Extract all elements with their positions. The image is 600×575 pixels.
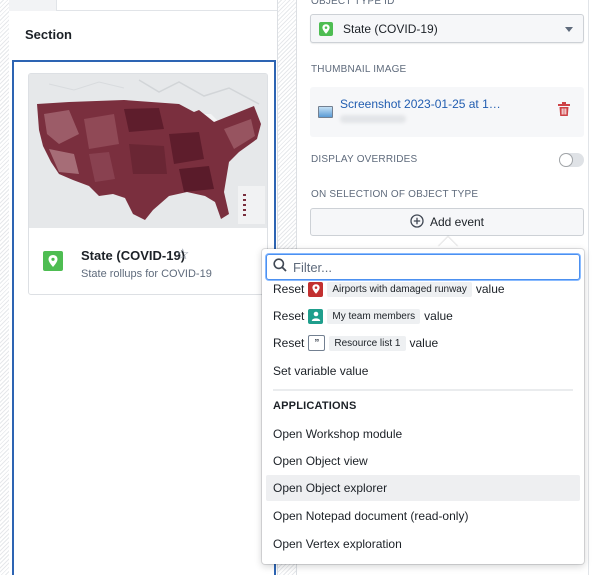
object-card[interactable]: State (COVID-19) ☆ State rollups for COV… xyxy=(28,73,268,295)
caret-down-icon xyxy=(565,27,573,32)
right-edge-panel xyxy=(588,0,600,575)
reset-label: Reset xyxy=(273,282,305,296)
map-marker-icon xyxy=(319,22,333,36)
menu-item-open-notepad[interactable]: Open Notepad document (read-only) xyxy=(266,503,580,529)
star-outline-icon[interactable]: ☆ xyxy=(176,245,189,263)
menu-divider xyxy=(273,389,573,391)
add-event-label: Add event xyxy=(429,215,485,229)
menu-item-open-object-explorer[interactable]: Open Object explorer xyxy=(266,475,580,501)
menu-item-open-object-view[interactable]: Open Object view xyxy=(266,448,580,474)
applications-heading: APPLICATIONS xyxy=(273,400,357,412)
map-thumbnail xyxy=(29,74,267,228)
quote-icon: ” xyxy=(308,335,326,351)
value-label: value xyxy=(424,309,453,323)
add-circle-icon xyxy=(410,213,424,231)
value-label: value xyxy=(409,336,439,350)
trash-icon[interactable] xyxy=(558,102,570,121)
object-type-value: State (COVID-19) xyxy=(343,22,438,36)
on-selection-label: ON SELECTION OF OBJECT TYPE xyxy=(311,189,479,200)
map-marker-icon xyxy=(43,251,63,271)
reset-label: Reset xyxy=(273,336,305,350)
card-subtitle: State rollups for COVID-19 xyxy=(81,268,212,280)
variable-chip: My team members xyxy=(327,308,421,324)
thumbnail-label: THUMBNAIL IMAGE xyxy=(311,64,407,75)
section-title: Section xyxy=(25,27,72,42)
thumbnail-file-meta xyxy=(340,115,406,123)
canvas-gutter-left xyxy=(0,0,9,575)
us-map-image xyxy=(29,74,267,228)
variable-chip: Airports with damaged runway xyxy=(327,281,472,297)
thumbnail-file: Screenshot 2023-01-25 at 1… xyxy=(310,87,584,137)
menu-item-reset-resource-list[interactable]: Reset ” Resource list 1 value xyxy=(266,330,580,356)
menu-item-reset-airports[interactable]: Reset Airports with damaged runway value xyxy=(266,276,580,302)
menu-item-reset-team-members[interactable]: Reset My team members value xyxy=(266,303,580,329)
toggle-knob xyxy=(560,154,572,166)
image-icon xyxy=(318,106,333,118)
object-type-label: OBJECT TYPE ID xyxy=(311,0,395,7)
menu-item-open-workshop[interactable]: Open Workshop module xyxy=(266,421,580,447)
thumbnail-filename-link[interactable]: Screenshot 2023-01-25 at 1… xyxy=(340,97,501,111)
person-icon xyxy=(308,308,324,324)
menu-item-set-variable[interactable]: Set variable value xyxy=(266,358,580,384)
variable-chip: Resource list 1 xyxy=(329,335,406,351)
value-label: value xyxy=(475,282,505,296)
filter-input[interactable] xyxy=(293,259,563,275)
display-overrides-label: DISPLAY OVERRIDES xyxy=(311,154,418,165)
display-overrides-toggle[interactable] xyxy=(559,153,584,167)
object-type-select[interactable]: State (COVID-19) xyxy=(310,14,584,43)
search-icon xyxy=(273,257,287,277)
tab-strip xyxy=(9,0,277,11)
card-title[interactable]: State (COVID-19) xyxy=(81,248,185,263)
map-marker-icon xyxy=(308,281,324,297)
layout-canvas: Section State (COVID-19) ☆ State rollups… xyxy=(9,0,277,575)
add-event-menu: Reset Airports with damaged runway value… xyxy=(262,249,584,564)
add-event-button[interactable]: Add event xyxy=(310,208,584,236)
tab[interactable] xyxy=(9,0,57,11)
menu-item-open-vertex[interactable]: Open Vertex exploration xyxy=(266,531,580,557)
reset-label: Reset xyxy=(273,309,305,323)
selected-section[interactable]: State (COVID-19) ☆ State rollups for COV… xyxy=(12,60,276,575)
